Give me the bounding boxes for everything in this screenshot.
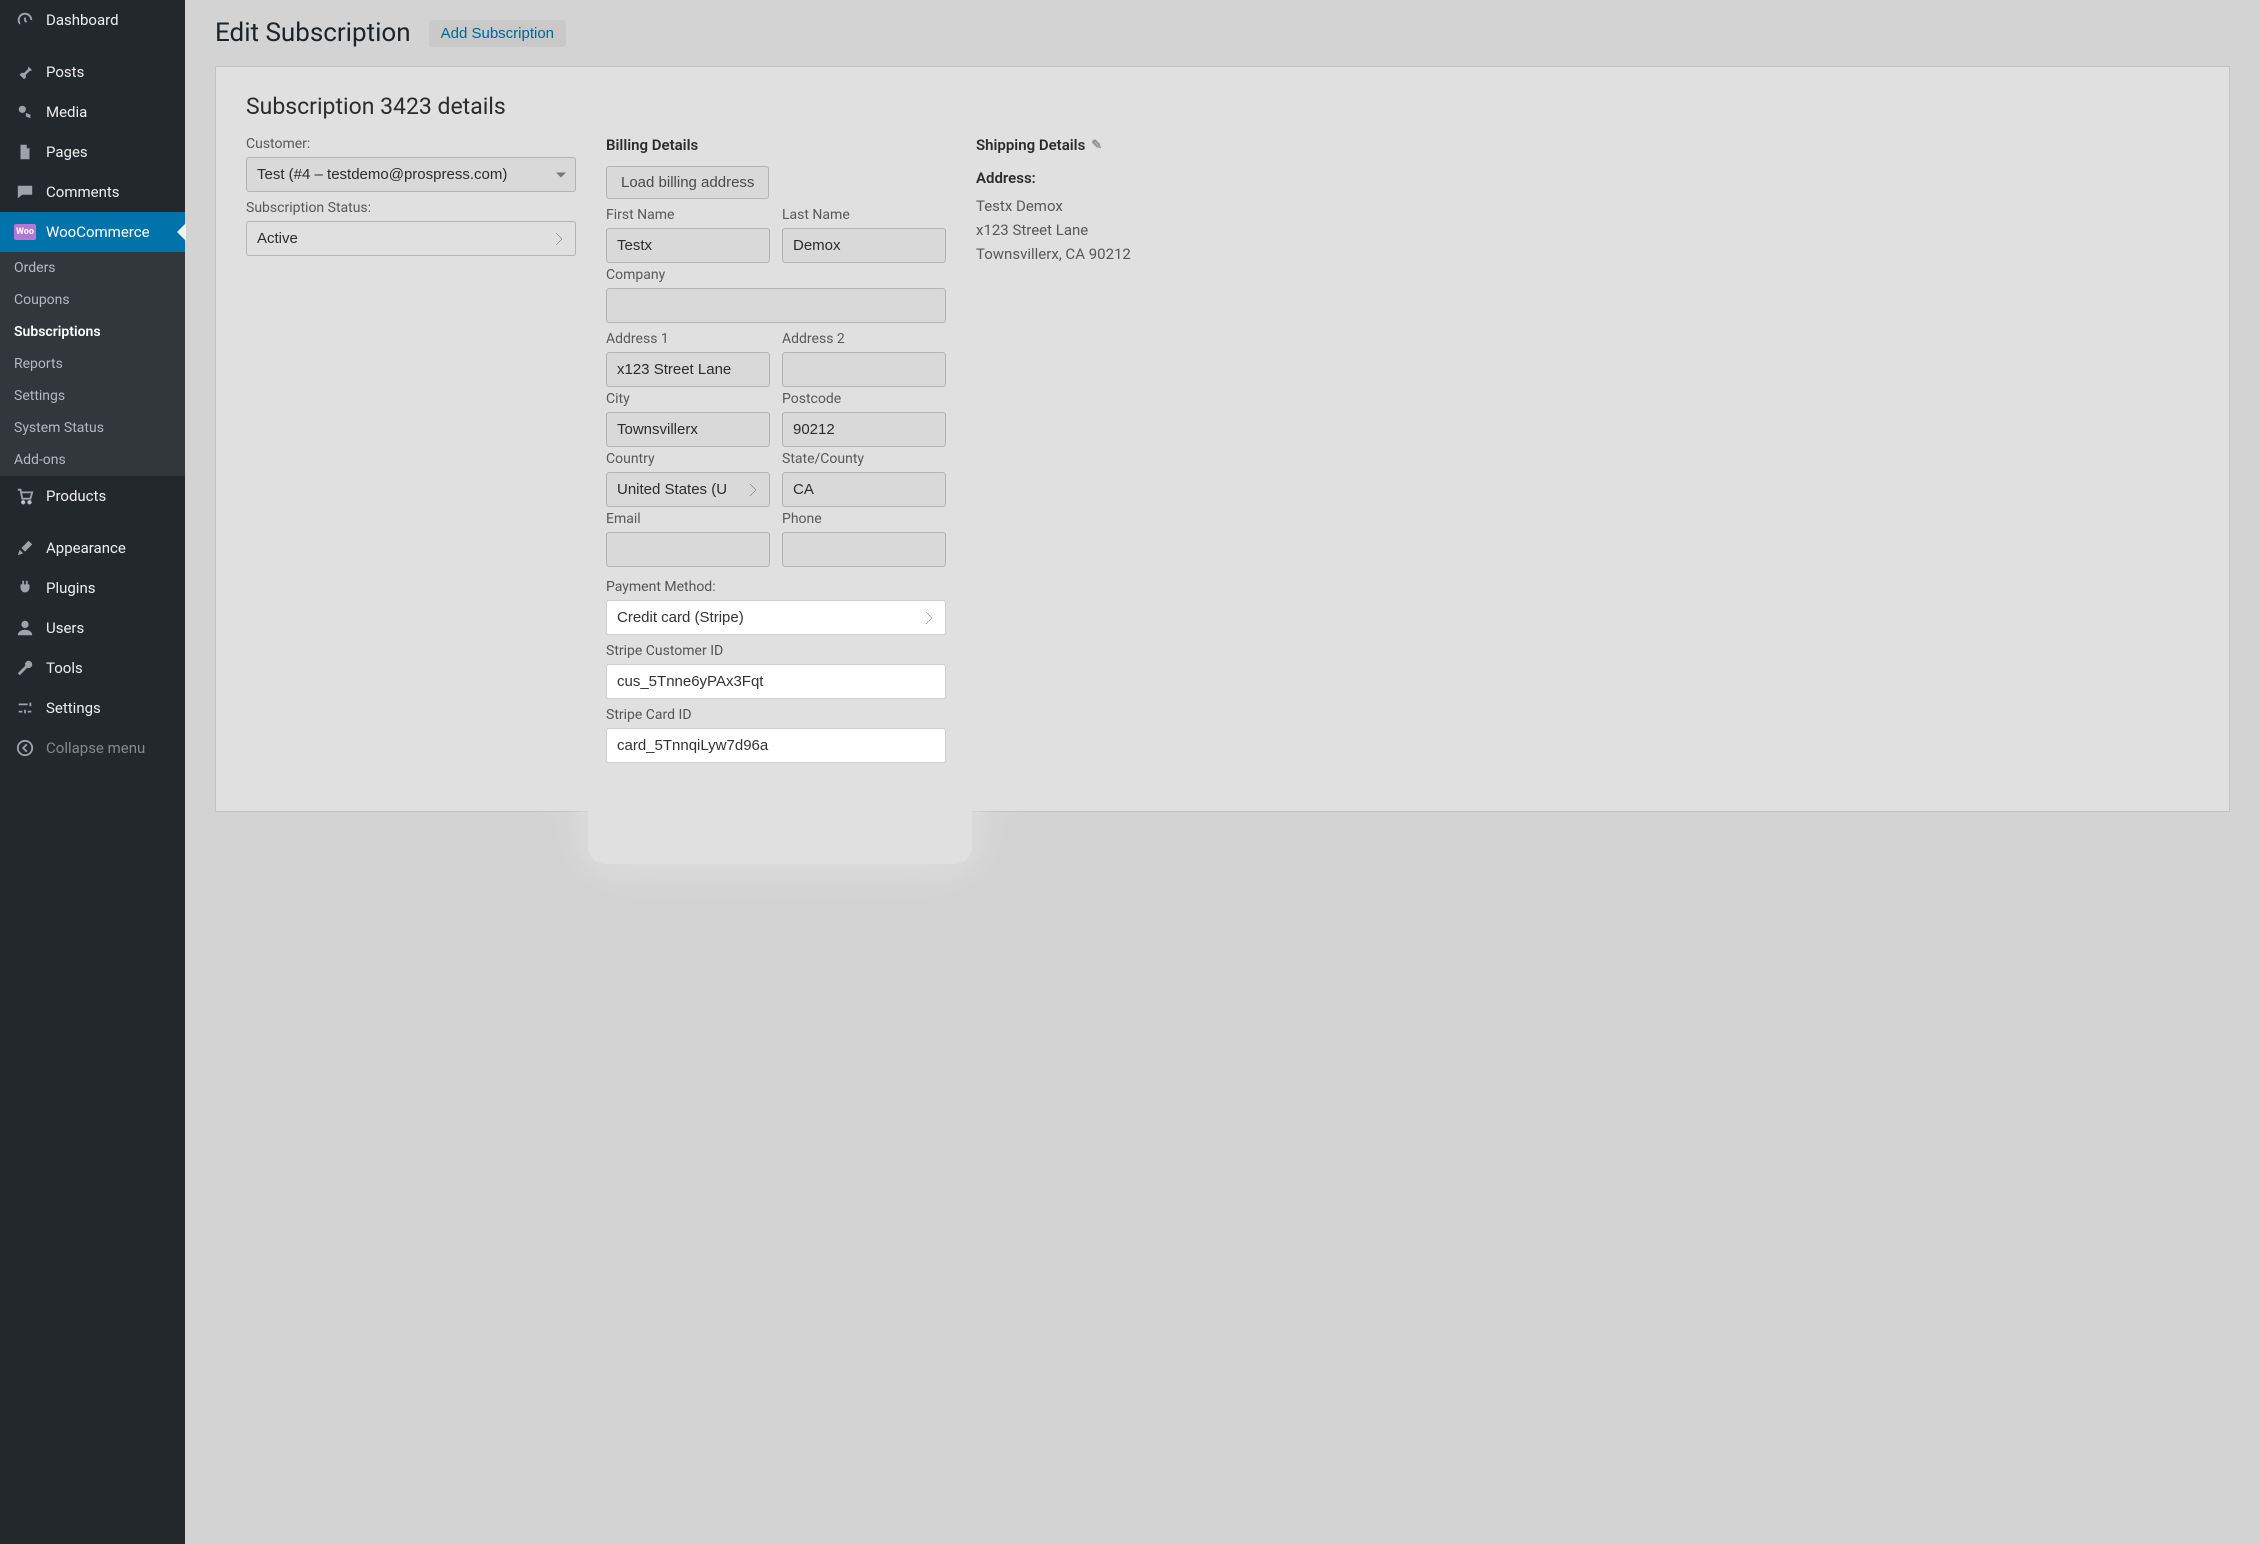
phone-input[interactable] [782,532,946,567]
status-label: Subscription Status: [246,200,576,216]
main-content: Edit Subscription Add Subscription Subsc… [185,0,2260,830]
page-header: Edit Subscription Add Subscription [215,18,2230,48]
shipping-line3: Townsvillerx, CA 90212 [976,242,2199,266]
sidebar-item-media[interactable]: Media [0,92,185,132]
admin-sidebar: Dashboard Posts Media Pages Comments Woo… [0,0,185,1544]
country-select[interactable]: United States (U [606,472,770,507]
sidebar-label: WooCommerce [46,223,150,241]
panel-title: Subscription 3423 details [246,93,2199,120]
payment-method-label: Payment Method: [606,579,946,595]
shipping-line2: x123 Street Lane [976,218,2199,242]
user-icon [14,618,36,638]
sidebar-label: Users [46,619,84,637]
sidebar-item-products[interactable]: Products [0,476,185,516]
sidebar-sub-settings[interactable]: Settings [0,380,185,412]
brush-icon [14,538,36,558]
city-input[interactable] [606,412,770,447]
sidebar-item-users[interactable]: Users [0,608,185,648]
pin-icon [14,62,36,82]
sidebar-item-appearance[interactable]: Appearance [0,528,185,568]
email-label: Email [606,511,770,527]
stripe-cust-id-label: Stripe Customer ID [606,643,946,659]
cart-icon [14,486,36,506]
load-billing-button[interactable]: Load billing address [606,166,769,199]
last-name-input[interactable] [782,228,946,263]
sidebar-label: Posts [46,63,84,81]
sidebar-item-plugins[interactable]: Plugins [0,568,185,608]
address2-label: Address 2 [782,331,946,347]
sidebar-item-comments[interactable]: Comments [0,172,185,212]
sidebar-label: Appearance [46,539,126,557]
email-input[interactable] [606,532,770,567]
sidebar-label: Media [46,103,87,121]
sliders-icon [14,698,36,718]
state-label: State/County [782,451,946,467]
plug-icon [14,578,36,598]
sidebar-sub-system-status[interactable]: System Status [0,412,185,444]
sidebar-item-woocommerce[interactable]: Woo WooCommerce [0,212,185,252]
postcode-input[interactable] [782,412,946,447]
sidebar-item-settings[interactable]: Settings [0,688,185,728]
stripe-card-id-label: Stripe Card ID [606,707,946,723]
sidebar-label: Collapse menu [46,739,145,757]
gauge-icon [14,10,36,30]
billing-heading: Billing Details [606,136,946,154]
customer-select[interactable]: Test (#4 – testdemo@prospress.com) [246,157,576,192]
sidebar-collapse-menu[interactable]: Collapse menu [0,728,185,768]
state-input[interactable] [782,472,946,507]
sidebar-sub-coupons[interactable]: Coupons [0,284,185,316]
comment-icon [14,182,36,202]
postcode-label: Postcode [782,391,946,407]
add-subscription-button[interactable]: Add Subscription [429,20,566,47]
sidebar-label: Plugins [46,579,95,597]
shipping-line1: Testx Demox [976,194,2199,218]
woocommerce-icon: Woo [14,222,36,242]
page-title: Edit Subscription [215,18,411,48]
address1-input[interactable] [606,352,770,387]
stripe-cust-id-input[interactable] [606,664,946,699]
address-label: Address: [976,166,2199,190]
sidebar-item-tools[interactable]: Tools [0,648,185,688]
first-name-label: First Name [606,207,770,223]
wrench-icon [14,658,36,678]
sidebar-item-pages[interactable]: Pages [0,132,185,172]
sidebar-label: Comments [46,183,120,201]
company-label: Company [606,267,946,283]
sidebar-label: Pages [46,143,88,161]
sidebar-label: Settings [46,699,101,717]
sidebar-sub-addons[interactable]: Add-ons [0,444,185,476]
payment-method-select[interactable]: Credit card (Stripe) [606,600,946,635]
sidebar-item-dashboard[interactable]: Dashboard [0,0,185,40]
sidebar-label: Dashboard [46,11,119,29]
payment-section: Payment Method: Credit card (Stripe) Str… [606,571,946,763]
city-label: City [606,391,770,407]
address2-input[interactable] [782,352,946,387]
sidebar-item-posts[interactable]: Posts [0,52,185,92]
status-select[interactable]: Active [246,221,576,256]
col-customer: Customer: Test (#4 – testdemo@prospress.… [246,136,576,264]
collapse-icon [14,738,36,758]
col-billing: Billing Details Load billing address Fir… [606,136,946,771]
media-icon [14,102,36,122]
sidebar-sub-reports[interactable]: Reports [0,348,185,380]
stripe-card-id-input[interactable] [606,728,946,763]
sidebar-label: Tools [46,659,83,677]
last-name-label: Last Name [782,207,946,223]
shipping-heading: Shipping Details ✎ [976,136,2199,154]
customer-label: Customer: [246,136,576,152]
first-name-input[interactable] [606,228,770,263]
phone-label: Phone [782,511,946,527]
pencil-icon[interactable]: ✎ [1091,138,1102,153]
company-input[interactable] [606,288,946,323]
address1-label: Address 1 [606,331,770,347]
country-label: Country [606,451,770,467]
sidebar-sub-orders[interactable]: Orders [0,252,185,284]
col-shipping: Shipping Details ✎ Address: Testx Demox … [976,136,2199,266]
subscription-panel: Subscription 3423 details Customer: Test… [215,66,2230,812]
sidebar-label: Products [46,487,106,505]
page-icon [14,142,36,162]
shipping-address-block: Address: Testx Demox x123 Street Lane To… [976,166,2199,266]
sidebar-sub-subscriptions[interactable]: Subscriptions [0,316,185,348]
